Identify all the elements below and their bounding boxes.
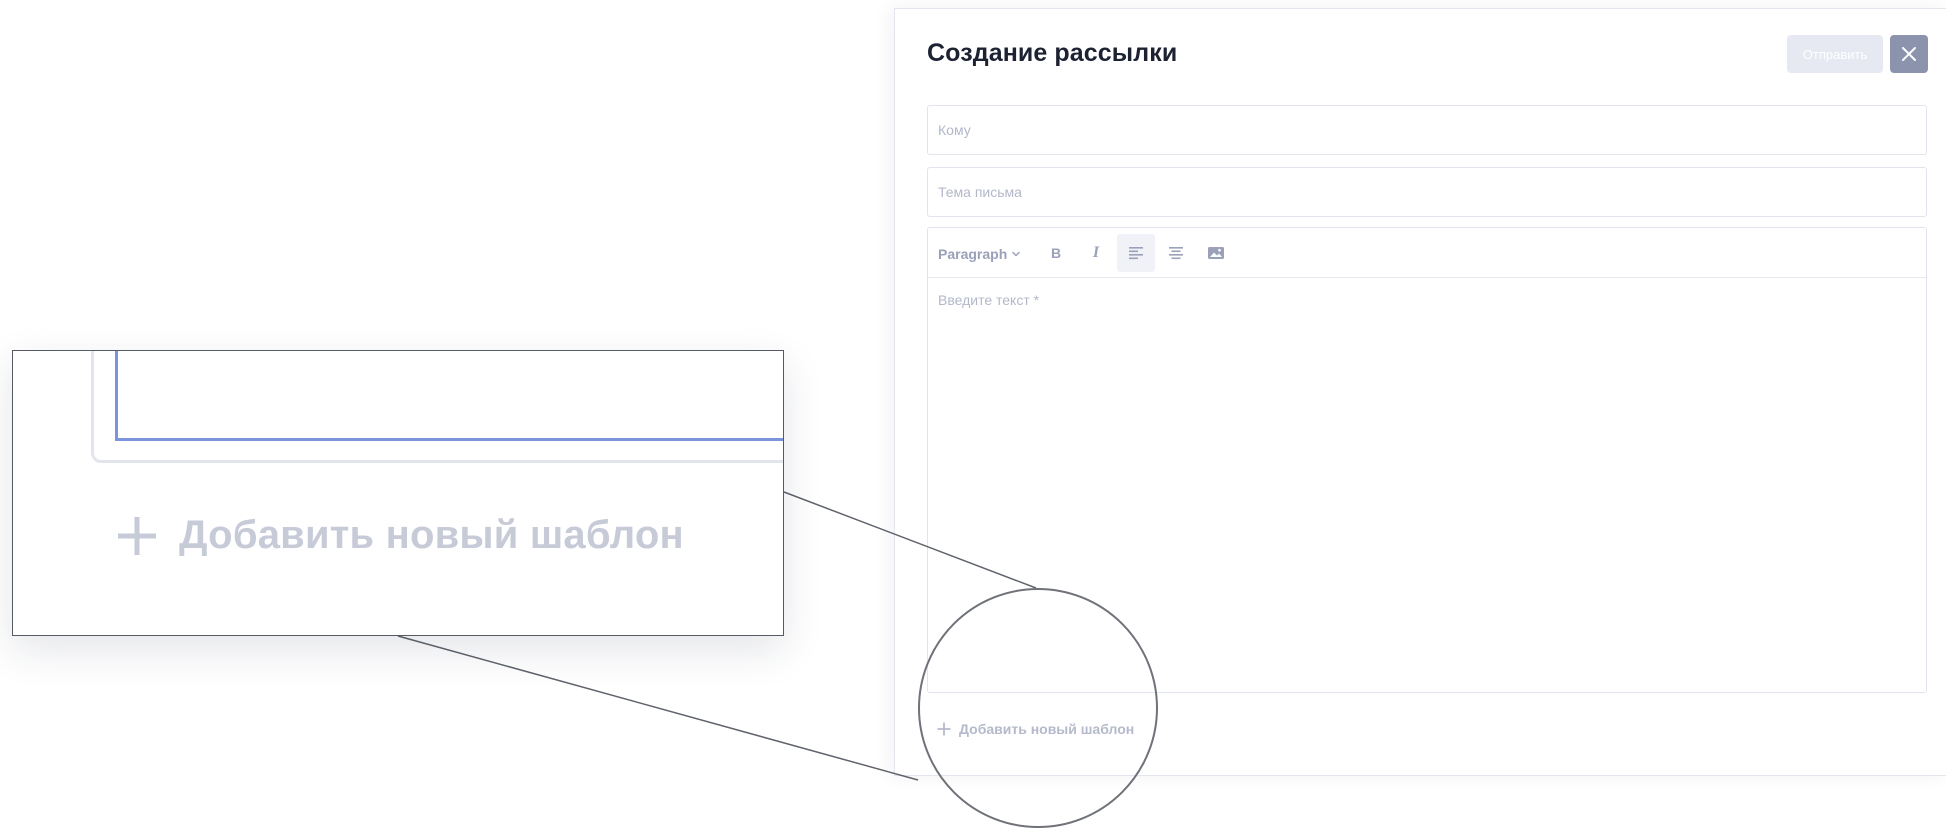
add-template-button[interactable]: Добавить новый шаблон [937, 721, 1134, 737]
add-template-label: Добавить новый шаблон [959, 721, 1135, 737]
align-center-button[interactable] [1157, 234, 1195, 272]
text-editor[interactable]: Paragraph B I Введите текст * [927, 227, 1927, 693]
insert-image-button[interactable] [1197, 234, 1235, 272]
plus-icon [118, 516, 156, 555]
italic-icon: I [1092, 244, 1100, 261]
align-center-icon [1169, 247, 1183, 260]
panel-title: Создание рассылки [927, 39, 1178, 67]
image-icon [1208, 247, 1224, 259]
recipient-input[interactable] [927, 105, 1927, 155]
plus-icon [937, 722, 951, 736]
paragraph-dropdown-label: Paragraph [938, 246, 1008, 262]
editor-placeholder: Введите текст * [938, 292, 1040, 308]
zoomed-add-template-label: Добавить новый шаблон [179, 513, 684, 557]
bold-icon: B [1050, 245, 1062, 261]
align-left-icon [1129, 247, 1143, 260]
editor-toolbar: Paragraph B I [928, 228, 1926, 278]
paragraph-dropdown[interactable]: Paragraph [938, 244, 1021, 264]
italic-button[interactable]: I [1077, 234, 1115, 272]
create-mailing-panel: Создание рассылки Отправить Paragraph B … [894, 8, 1946, 776]
chevron-down-icon [1012, 251, 1020, 257]
bold-button[interactable]: B [1037, 234, 1075, 272]
close-icon [1902, 47, 1916, 61]
close-button[interactable] [1890, 35, 1928, 73]
zoomed-add-template-button: Добавить новый шаблон [117, 513, 684, 558]
subject-input[interactable] [927, 167, 1927, 217]
send-button[interactable]: Отправить [1787, 35, 1883, 73]
zoom-callout: Добавить новый шаблон [12, 350, 784, 636]
zoomed-editor-focus-border [115, 351, 783, 441]
align-left-button[interactable] [1117, 234, 1155, 272]
